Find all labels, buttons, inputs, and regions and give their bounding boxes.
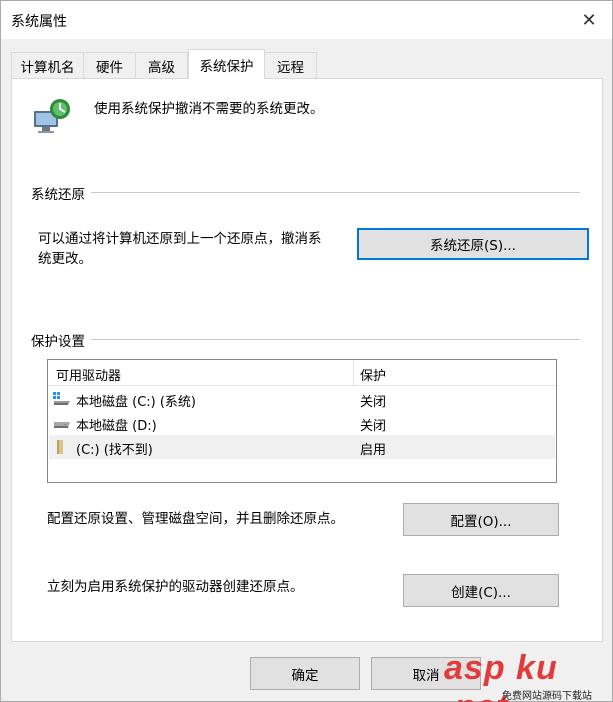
- title-bar: 系统属性 ✕: [1, 1, 612, 39]
- system-protection-icon: [32, 97, 72, 135]
- protection-group-divider: [32, 339, 580, 340]
- create-description: 立刻为启用系统保护的驱动器创建还原点。: [47, 579, 304, 595]
- drive-name: (C:) (找不到): [76, 443, 153, 458]
- tab-system-protection[interactable]: 系统保护: [188, 49, 265, 79]
- intro-text: 使用系统保护撤消不需要的系统更改。: [94, 101, 324, 117]
- drive-protection-status: 启用: [360, 443, 387, 458]
- window-title: 系统属性: [11, 14, 67, 30]
- drive-protection-status: 关闭: [360, 395, 387, 410]
- close-button[interactable]: ✕: [566, 1, 612, 39]
- tab-advanced[interactable]: 高级: [135, 52, 188, 78]
- restore-group-label: 系统还原: [31, 183, 91, 203]
- system-protection-panel: 使用系统保护撤消不需要的系统更改。 系统还原 可以通过将计算机还原到上一个还原点…: [11, 78, 603, 642]
- drive-row[interactable]: (C:) (找不到) 启用: [49, 435, 555, 459]
- drive-list-header: 可用驱动器 保护: [48, 360, 556, 386]
- system-drive-icon: [53, 392, 70, 406]
- configure-button[interactable]: 配置(O)...: [403, 503, 559, 536]
- column-available-drives[interactable]: 可用驱动器: [56, 365, 121, 384]
- column-protection[interactable]: 保护: [360, 365, 386, 384]
- restore-description-line2: 统更改。: [38, 251, 92, 267]
- restore-description-line1: 可以通过将计算机还原到上一个还原点，撤消系: [38, 231, 322, 247]
- system-properties-window: 系统属性 ✕ 计算机名 硬件 高级 系统保护 远程 使用系统保护撤消不需要的系统…: [0, 0, 613, 702]
- create-button[interactable]: 创建(C)...: [403, 574, 559, 607]
- watermark-subtext: 免费网站源码下载站: [502, 691, 592, 702]
- drive-protection-status: 关闭: [360, 419, 387, 434]
- tab-hardware[interactable]: 硬件: [83, 52, 136, 78]
- tab-remote[interactable]: 远程: [264, 52, 317, 78]
- drive-list[interactable]: 可用驱动器 保护 本地磁盘 (C:) (系统) 关闭 本地磁盘 (D:) 关闭 …: [47, 359, 557, 483]
- watermark-logo: asp ku .net 免费网站源码下载站: [444, 649, 612, 702]
- close-icon: ✕: [581, 9, 597, 31]
- drive-name: 本地磁盘 (C:) (系统): [76, 395, 197, 410]
- tab-computer-name[interactable]: 计算机名: [11, 52, 84, 78]
- protection-group-label: 保护设置: [31, 330, 91, 350]
- ok-button[interactable]: 确定: [250, 657, 360, 690]
- folder-drive-icon: [53, 440, 69, 454]
- drive-row[interactable]: 本地磁盘 (C:) (系统) 关闭: [49, 387, 555, 411]
- restore-group-divider: [32, 192, 580, 193]
- column-separator[interactable]: [353, 360, 354, 386]
- drive-name: 本地磁盘 (D:): [76, 419, 157, 434]
- drive-row[interactable]: 本地磁盘 (D:) 关闭: [49, 411, 555, 435]
- system-restore-button[interactable]: 系统还原(S)...: [357, 228, 589, 260]
- configure-description: 配置还原设置、管理磁盘空间，并且删除还原点。: [47, 511, 344, 527]
- drive-icon: [53, 416, 70, 430]
